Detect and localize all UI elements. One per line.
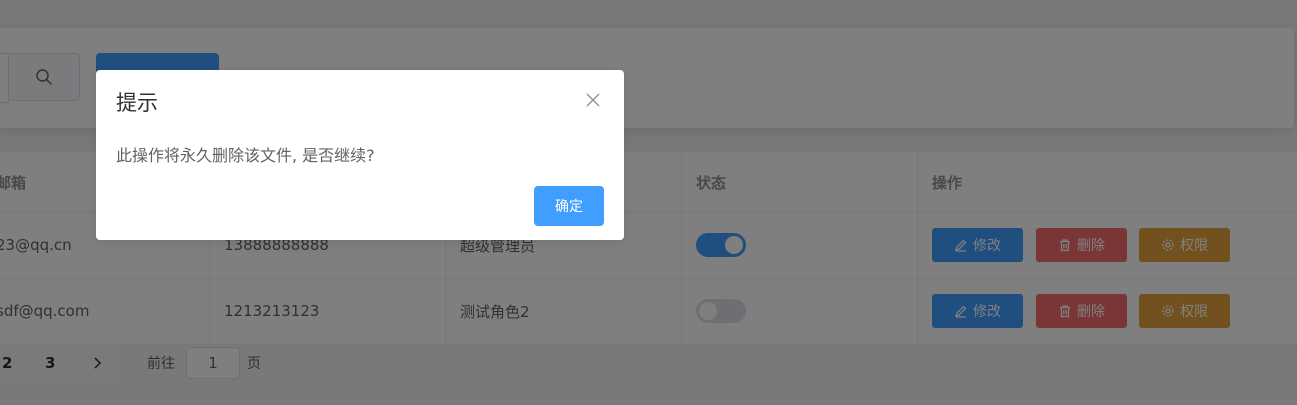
dialog-message: 此操作将永久删除该文件, 是否继续? <box>116 146 375 165</box>
dialog-title: 提示 <box>116 91 158 115</box>
confirm-button[interactable]: 确定 <box>534 186 604 226</box>
close-icon <box>586 93 600 107</box>
confirm-dialog: 提示 此操作将永久删除该文件, 是否继续? 确定 <box>96 70 624 240</box>
close-button[interactable] <box>585 92 601 108</box>
